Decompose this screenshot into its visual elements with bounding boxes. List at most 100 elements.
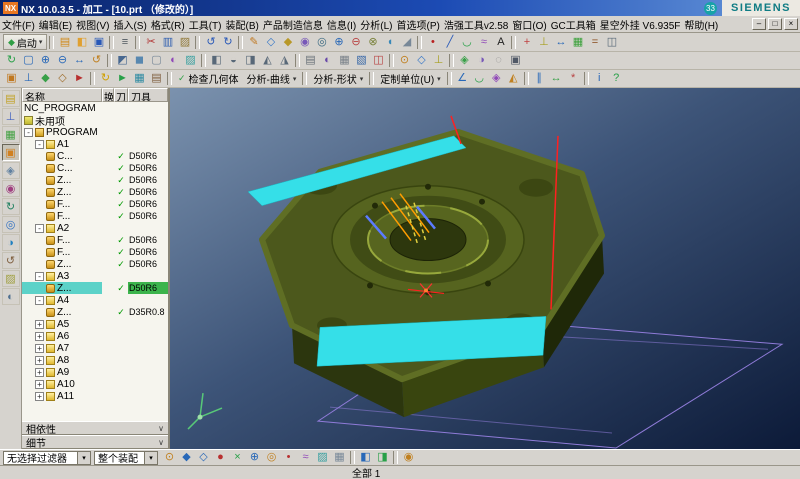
layer-settings-icon[interactable]: ▤ [302,53,319,68]
tree-row-a10[interactable]: +A10 [22,378,168,390]
tree-row-f[interactable]: F...✓D50R6 [22,234,168,246]
column-tool[interactable]: 刀具 [128,88,168,102]
expand-icon[interactable]: + [35,332,44,341]
edge-blend-icon[interactable]: ◖ [381,35,398,50]
control-point-icon[interactable]: ● [212,450,229,465]
background-icon[interactable]: ▧ [353,53,370,68]
process-studio-icon[interactable]: ▨ [2,270,20,287]
zoom-in-icon[interactable]: ⊕ [37,53,54,68]
expression-icon[interactable]: = [586,35,603,50]
information-icon[interactable]: i [591,71,608,86]
exploded-view-icon[interactable]: * [565,71,582,86]
point-on-curve-icon[interactable]: ≈ [297,450,314,465]
window-icon[interactable]: ◫ [603,35,620,50]
refresh-icon[interactable]: ↻ [3,53,20,68]
assembly-navigator-icon[interactable]: ▤ [2,90,20,107]
create-geometry-icon[interactable]: ◆ [37,71,54,86]
tree-row-z[interactable]: Z...✓D35R0.8 [22,306,168,318]
subtract-icon[interactable]: ⊖ [347,35,364,50]
tree-row-a8[interactable]: +A8 [22,354,168,366]
tree-row-f[interactable]: F...✓D50R6 [22,198,168,210]
menu-item-1[interactable]: 编辑(E) [37,17,74,32]
line-icon[interactable]: ╱ [441,35,458,50]
menu-item-9[interactable]: 分析(L) [358,17,394,32]
menu-item-14[interactable]: 星空外挂 V6.935F [598,17,683,32]
copy-icon[interactable]: ▥ [159,35,176,50]
assembly-constraints-icon[interactable]: ∥ [531,71,548,86]
menu-item-15[interactable]: 帮助(H) [682,17,720,32]
selection-scope-combo[interactable]: 整个装配 ▾ [94,451,158,465]
column-name[interactable]: 名称 [22,88,102,102]
print-icon[interactable]: ≡ [116,35,133,50]
spline-icon[interactable]: ≈ [475,35,492,50]
reflection-analysis-icon[interactable]: ◈ [488,71,505,86]
hole-icon[interactable]: ◎ [313,35,330,50]
help-icon[interactable]: ? [608,71,625,86]
menu-item-7[interactable]: 产品制造信息 [261,17,325,32]
revolve-icon[interactable]: ◉ [296,35,313,50]
tree-row-a2[interactable]: -A2 [22,222,168,234]
postprocess-icon[interactable]: ▤ [148,71,165,86]
point-xyz-icon[interactable]: + [518,35,535,50]
chevron-down-icon[interactable]: ▾ [144,452,157,464]
menu-item-2[interactable]: 视图(V) [74,17,111,32]
child-close-button[interactable]: × [784,18,798,30]
create-operation-icon[interactable]: ► [71,71,88,86]
menu-item-13[interactable]: GC工具箱 [549,17,598,32]
web-browser-icon[interactable]: ◑ [2,234,20,251]
snap-point-toggle-icon[interactable]: ⊙ [161,450,178,465]
edge-rule-icon[interactable]: ◨ [374,450,391,465]
collapse-icon[interactable]: - [35,140,44,149]
details-section[interactable]: 细节 ∨ [22,435,168,449]
arc-icon[interactable]: ◡ [458,35,475,50]
start-menu-button[interactable]: ◆ 启动 ▾ [3,34,47,50]
collapse-icon[interactable]: - [24,128,33,137]
collapse-icon[interactable]: - [35,272,44,281]
edit-display-icon[interactable]: ◑ [473,53,490,68]
create-program-icon[interactable]: ▣ [3,71,20,86]
dependencies-section[interactable]: 相依性 ∨ [22,421,168,435]
create-tool-icon[interactable]: ⊥ [20,71,37,86]
chamfer-icon[interactable]: ◢ [398,35,415,50]
roles-icon[interactable]: ◐ [2,288,20,305]
tree-row-[interactable]: 未用项 [22,114,168,126]
rotate-view-icon[interactable]: ↺ [88,53,105,68]
menu-item-11[interactable]: 浩强工具v2.58 [442,17,510,32]
expand-icon[interactable]: + [35,356,44,365]
menu-item-12[interactable]: 窗口(O) [510,17,548,32]
show-hide-icon[interactable]: ◐ [319,53,336,68]
pan-icon[interactable]: ↔ [71,53,88,68]
unite-icon[interactable]: ⊕ [330,35,347,50]
open-icon[interactable]: ◧ [73,35,90,50]
studio-render-icon[interactable]: ◐ [165,53,182,68]
tree-row-a4[interactable]: -A4 [22,294,168,306]
expand-icon[interactable]: + [35,368,44,377]
quadrant-point-icon[interactable]: ◎ [263,450,280,465]
snap-point-icon[interactable]: ⊙ [396,53,413,68]
machine-tool-navigator-icon[interactable]: ◈ [2,162,20,179]
draft-analysis-icon[interactable]: ◭ [505,71,522,86]
menu-item-3[interactable]: 插入(S) [111,17,148,32]
clip-section-icon[interactable]: ◫ [370,53,387,68]
point-icon[interactable]: • [424,35,441,50]
point-on-surface-icon[interactable]: ▨ [314,450,331,465]
tree-row-nc_program[interactable]: NC_PROGRAM [22,102,168,114]
tree-row-a7[interactable]: +A7 [22,342,168,354]
column-toolchange[interactable]: 换 [102,88,114,102]
mid-point-icon[interactable]: ◇ [195,450,212,465]
tree-row-c[interactable]: C...✓D50R6 [22,150,168,162]
highlight-selection-icon[interactable]: ◉ [400,450,417,465]
replay-toolpath-icon[interactable]: ► [114,71,131,86]
expand-icon[interactable]: + [35,392,44,401]
child-minimize-button[interactable]: – [752,18,766,30]
operation-navigator-icon[interactable]: ▣ [2,144,20,161]
expand-icon[interactable]: + [35,320,44,329]
analysis-curve-dropdown[interactable]: 分析-曲线 ▾ [243,71,301,86]
generate-toolpath-icon[interactable]: ↻ [97,71,114,86]
cut-icon[interactable]: ✂ [142,35,159,50]
move-object-icon[interactable]: ↔ [552,35,569,50]
menu-item-4[interactable]: 格式(R) [149,17,187,32]
menu-item-0[interactable]: 文件(F) [0,17,37,32]
move-component-icon[interactable]: ↔ [548,71,565,86]
expand-icon[interactable]: + [35,344,44,353]
